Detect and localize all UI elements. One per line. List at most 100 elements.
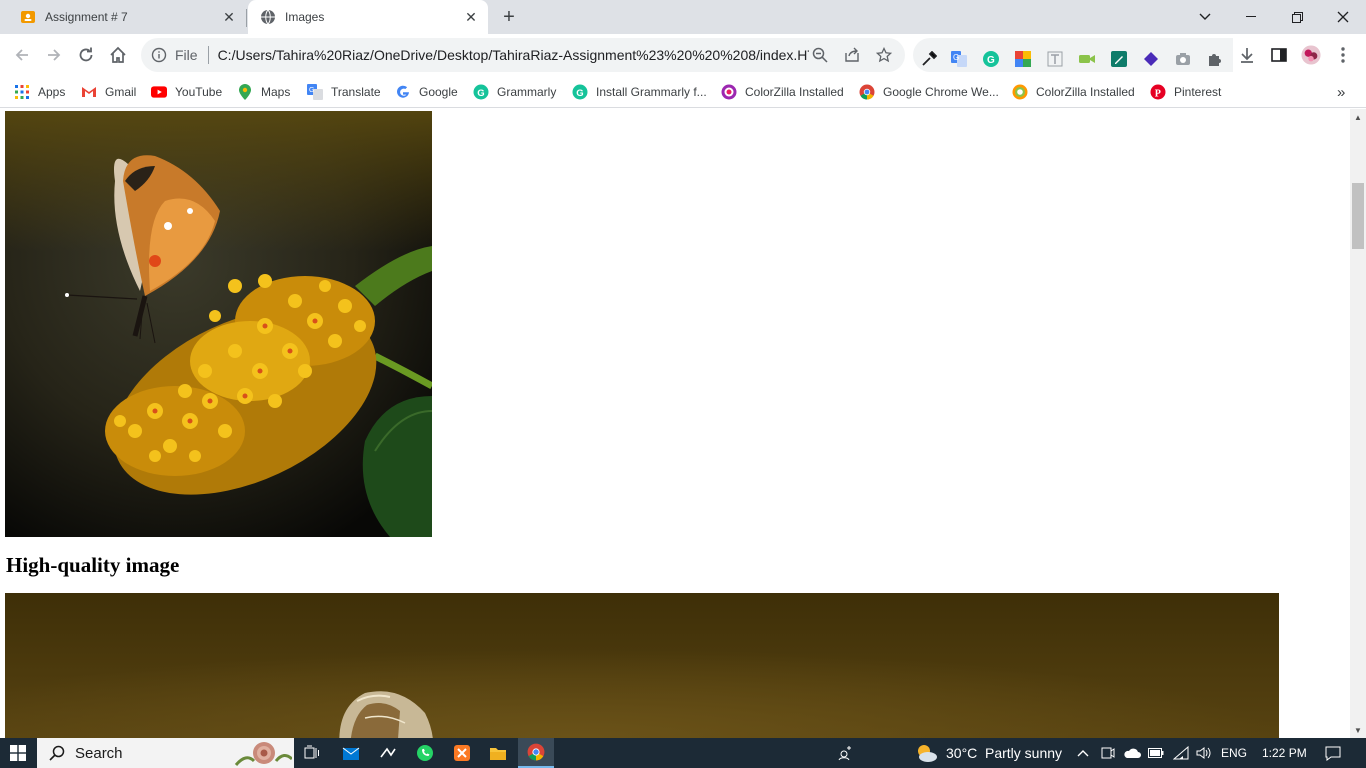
bookmark-star-icon[interactable] bbox=[873, 44, 895, 66]
pen-ext-icon[interactable] bbox=[1110, 50, 1128, 68]
pinterest-icon: P bbox=[1150, 84, 1166, 100]
bookmark-maps[interactable]: Maps bbox=[237, 83, 290, 101]
camera-icon[interactable] bbox=[1174, 50, 1192, 68]
bookmark-colorzilla-2[interactable]: ColorZilla Installed bbox=[1012, 83, 1135, 101]
notifications-icon[interactable] bbox=[1322, 738, 1344, 768]
scroll-up-icon[interactable]: ▲ bbox=[1350, 109, 1366, 125]
bookmark-grammarly[interactable]: G Grammarly bbox=[473, 83, 556, 101]
tab-assignment[interactable]: Assignment # 7 ✕ bbox=[0, 0, 246, 34]
colorzilla-palette-icon[interactable] bbox=[1014, 50, 1032, 68]
zoom-icon[interactable] bbox=[809, 44, 831, 66]
bookmark-colorzilla-1[interactable]: ColorZilla Installed bbox=[721, 83, 844, 101]
close-window-icon[interactable] bbox=[1320, 0, 1366, 34]
bookmark-label: Google bbox=[419, 85, 458, 99]
home-icon[interactable] bbox=[106, 43, 130, 67]
tab-strip: Assignment # 7 ✕ Images ✕ + bbox=[0, 0, 1366, 34]
bookmark-label: ColorZilla Installed bbox=[745, 85, 844, 99]
bookmark-translate[interactable]: G Translate bbox=[307, 83, 381, 101]
globe-icon bbox=[261, 9, 275, 25]
tab-separator bbox=[246, 9, 247, 27]
share-icon[interactable] bbox=[841, 44, 863, 66]
apps-grid-icon bbox=[14, 84, 30, 100]
url-text[interactable]: C:/Users/Tahira%20Riaz/OneDrive/Desktop/… bbox=[218, 47, 809, 63]
file-explorer-icon[interactable] bbox=[486, 738, 510, 768]
whatsapp-icon[interactable] bbox=[413, 738, 437, 768]
back-arrow-icon[interactable] bbox=[10, 43, 34, 67]
browser-toolbar: File C:/Users/Tahira%20Riaz/OneDrive/Des… bbox=[0, 34, 1366, 76]
bookmark-label: Pinterest bbox=[1174, 85, 1222, 99]
tab-close-icon[interactable]: ✕ bbox=[462, 8, 480, 26]
bookmark-label: Maps bbox=[261, 85, 291, 99]
profile-avatar[interactable] bbox=[1301, 45, 1321, 65]
onedrive-cloud-icon[interactable] bbox=[1122, 738, 1142, 768]
bookmark-apps[interactable]: Apps bbox=[14, 83, 65, 101]
mail-store-icon[interactable] bbox=[339, 738, 363, 768]
bookmarks-bar: Apps Gmail YouTube Maps G Translate Goog… bbox=[0, 76, 1366, 108]
extensions-area: G G bbox=[913, 38, 1233, 72]
menu-kebab-icon[interactable] bbox=[1333, 45, 1353, 65]
page-viewport: High-quality image bbox=[0, 109, 1350, 738]
chrome-taskbar-button[interactable] bbox=[518, 738, 554, 768]
tab-close-icon[interactable]: ✕ bbox=[220, 8, 238, 26]
weather-temp[interactable]: 30°C bbox=[946, 738, 977, 768]
bookmark-install-grammarly[interactable]: G Install Grammarly f... bbox=[572, 83, 707, 101]
chrome-icon bbox=[859, 84, 875, 100]
svg-text:G: G bbox=[309, 87, 314, 94]
search-label: Search bbox=[75, 744, 123, 762]
people-icon[interactable] bbox=[835, 738, 857, 768]
tab-title: Assignment # 7 bbox=[45, 10, 128, 24]
google-icon bbox=[395, 84, 411, 100]
weather-partly-sunny-icon bbox=[912, 738, 940, 768]
minimize-icon[interactable] bbox=[1228, 0, 1274, 34]
language-indicator[interactable]: ENG bbox=[1221, 738, 1247, 768]
google-translate-ext-icon[interactable]: G bbox=[950, 50, 968, 68]
tray-chevron-up-icon[interactable] bbox=[1073, 738, 1093, 768]
video-camera-icon[interactable] bbox=[1078, 50, 1096, 68]
side-panel-icon[interactable] bbox=[1269, 45, 1289, 65]
reload-icon[interactable] bbox=[74, 43, 98, 67]
bookmark-chrome-web-store[interactable]: Google Chrome We... bbox=[859, 83, 999, 101]
new-tab-button[interactable]: + bbox=[498, 6, 520, 28]
bookmark-youtube[interactable]: YouTube bbox=[151, 83, 222, 101]
clock-time[interactable]: 1:22 PM bbox=[1262, 738, 1307, 768]
restore-icon[interactable] bbox=[1274, 0, 1320, 34]
vertical-scrollbar[interactable]: ▲ ▼ bbox=[1350, 109, 1366, 738]
volume-icon[interactable] bbox=[1194, 738, 1214, 768]
svg-text:G: G bbox=[953, 53, 959, 62]
meet-now-icon[interactable] bbox=[1098, 738, 1118, 768]
grammarly-ext-icon[interactable]: G bbox=[982, 50, 1000, 68]
tab-images[interactable]: Images ✕ bbox=[248, 0, 488, 34]
tab-title: Images bbox=[285, 10, 325, 24]
forward-arrow-icon[interactable] bbox=[42, 43, 66, 67]
xampp-icon[interactable] bbox=[450, 738, 474, 768]
bookmark-pinterest[interactable]: P Pinterest bbox=[1150, 83, 1221, 101]
scroll-down-icon[interactable]: ▼ bbox=[1350, 722, 1366, 738]
search-icon bbox=[49, 745, 65, 761]
bookmark-google[interactable]: Google bbox=[395, 83, 458, 101]
tab-search-chevron-icon[interactable] bbox=[1182, 0, 1228, 34]
wifi-icon[interactable] bbox=[1171, 738, 1191, 768]
bookmark-gmail[interactable]: Gmail bbox=[81, 83, 136, 101]
battery-icon[interactable] bbox=[1146, 738, 1166, 768]
weather-condition[interactable]: Partly sunny bbox=[985, 738, 1062, 768]
eyedropper-icon[interactable] bbox=[920, 50, 938, 68]
svg-text:G: G bbox=[576, 88, 583, 99]
grammarly-icon: G bbox=[473, 84, 489, 100]
svg-text:G: G bbox=[477, 88, 484, 99]
diamond-ext-icon[interactable] bbox=[1142, 50, 1160, 68]
app-arrows-icon[interactable] bbox=[376, 738, 400, 768]
address-bar[interactable]: File C:/Users/Tahira%20Riaz/OneDrive/Des… bbox=[141, 38, 905, 72]
info-icon[interactable] bbox=[151, 47, 167, 63]
gmail-icon bbox=[81, 84, 97, 100]
windows-start-icon[interactable] bbox=[0, 738, 36, 768]
download-icon[interactable] bbox=[1237, 45, 1257, 65]
task-view-icon[interactable] bbox=[300, 738, 324, 768]
more-bookmarks-button[interactable]: » bbox=[1337, 83, 1345, 101]
bookmark-label: YouTube bbox=[175, 85, 223, 99]
scrollbar-thumb[interactable] bbox=[1352, 183, 1364, 249]
taskbar-search-box[interactable]: Search bbox=[37, 738, 294, 768]
maps-pin-icon bbox=[237, 84, 253, 100]
extensions-puzzle-icon[interactable] bbox=[1206, 50, 1224, 68]
grammarly-icon: G bbox=[572, 84, 588, 100]
text-t-icon[interactable] bbox=[1046, 50, 1064, 68]
